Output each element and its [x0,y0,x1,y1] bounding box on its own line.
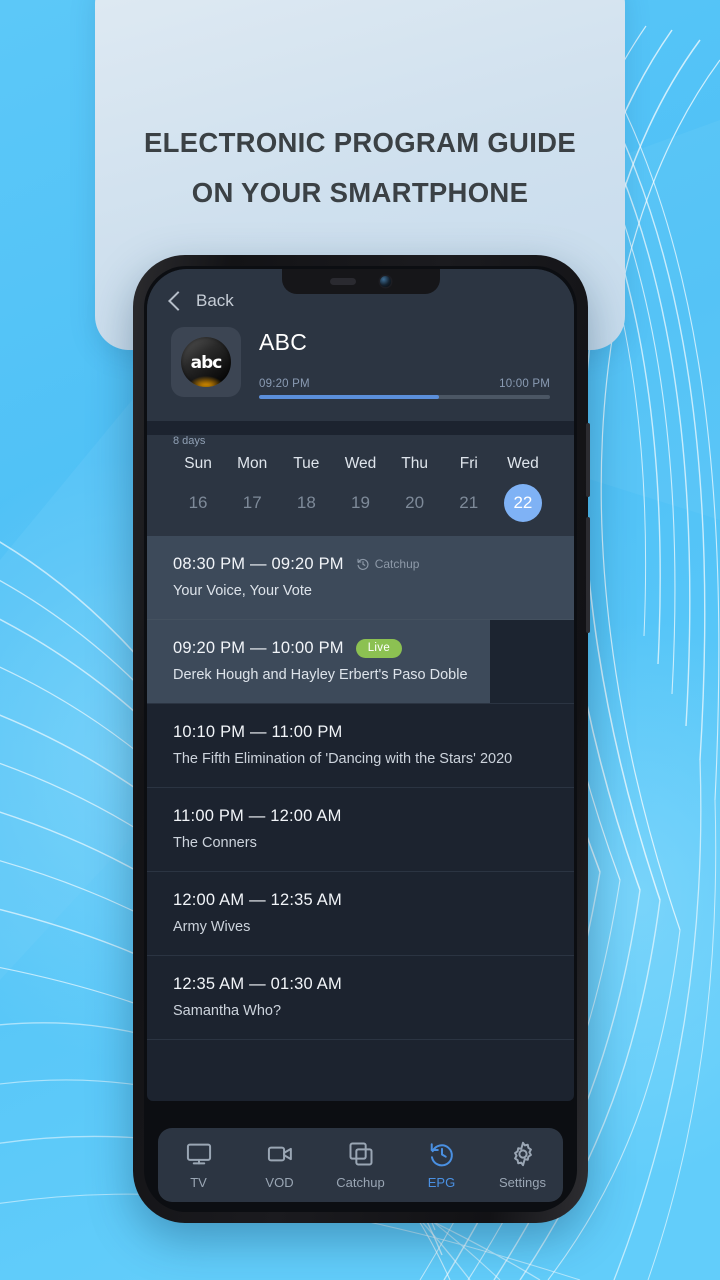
day-weekday: Fri [459,454,478,472]
program-title: Army Wives [173,918,251,935]
program-row[interactable]: 12:35 AM — 01:30 AM Samantha Who? [147,956,574,1040]
nav-item-vod[interactable]: VOD [239,1140,320,1190]
day-item[interactable]: Fri 21 [442,455,496,522]
day-item[interactable]: Thu 20 [388,455,442,522]
nav-item-epg[interactable]: EPG [401,1140,482,1190]
program-row[interactable]: 12:00 AM — 12:35 AM Army Wives [147,872,574,956]
day-number: 22 [503,483,542,522]
now-playing-progress-fill [259,395,440,399]
nav-item-settings[interactable]: Settings [482,1140,563,1190]
promo-line-1: ELECTRONIC PROGRAM GUIDE [144,127,576,158]
video-camera-icon [267,1146,292,1162]
nav-item-tv[interactable]: TV [158,1140,239,1190]
phone-side-button-power[interactable] [586,517,590,633]
days-range-label: 8 days [173,434,206,447]
program-title: Derek Hough and Hayley Erbert's Paso Dob… [173,666,468,683]
program-time: 11:00 PM — 12:00 AM [173,806,342,825]
program-header: 12:00 AM — 12:35 AM [173,891,548,910]
nav-item-label: Settings [499,1175,546,1190]
day-weekday: Wed [344,454,377,472]
day-item[interactable]: Mon 17 [225,455,279,522]
now-playing-progress-track[interactable] [259,395,550,399]
program-row[interactable]: 10:10 PM — 11:00 PM The Fifth Elimination… [147,704,574,788]
program-time: 12:35 AM — 01:30 AM [173,974,342,993]
day-item[interactable]: Wed 22 [496,455,550,522]
day-number: 18 [296,492,316,512]
bottom-navigation: TV VOD Catchup EPG Settings [158,1128,563,1202]
tv-icon [186,1143,211,1165]
phone-screen: Back abc ABC 09:20 PM 10:00 PM 8 days Su… [147,269,574,1101]
day-weekday: Sun [184,454,212,472]
program-list: 08:30 PM — 09:20 PM Catchup Your Voice, Yo… [147,535,574,1040]
history-clock-icon [430,1143,453,1167]
channel-name: ABC [259,329,308,355]
back-button-label: Back [196,291,234,310]
day-number: 19 [351,492,370,512]
promo-line-2: ON YOUR SMARTPHONE [191,177,529,208]
program-title: The Conners [173,834,257,851]
program-time: 09:20 PM — 10:00 PM [173,638,344,657]
chevron-left-icon [168,291,188,311]
program-time: 12:00 AM — 12:35 AM [173,890,342,909]
catchup-badge-label: Catchup [374,557,420,571]
promo-headline: ELECTRONIC PROGRAM GUIDE ON YOUR SMARTPH… [0,118,720,218]
day-item[interactable]: Sun 16 [171,455,225,522]
day-number: 16 [188,492,208,512]
phone-body: Back abc ABC 09:20 PM 10:00 PM 8 days Su… [144,266,577,1212]
phone-notch [281,269,440,294]
channel-logo[interactable]: abc [171,327,241,397]
live-badge: Live [355,638,403,658]
program-title: Your Voice, Your Vote [173,582,312,599]
now-playing-end: 10:00 PM [499,378,550,390]
day-item[interactable]: Tue 18 [279,455,333,522]
phone-side-button-volume[interactable] [586,423,590,497]
program-row[interactable]: 09:20 PM — 10:00 PM Live Derek Hough and H… [147,619,574,704]
phone-mockup: Back abc ABC 09:20 PM 10:00 PM 8 days Su… [133,255,590,1223]
program-header: 12:35 AM — 01:30 AM [173,975,548,994]
nav-item-label: TV [190,1175,207,1190]
day-number: 17 [242,492,262,512]
front-camera-icon [380,276,391,287]
program-title: The Fifth Elimination of 'Dancing with t… [173,750,513,767]
day-number: 21 [459,492,479,512]
program-header: 08:30 PM — 09:20 PM Catchup [173,555,548,574]
program-time: 08:30 PM — 09:20 PM [173,554,344,573]
nav-item-label: Catchup [336,1175,385,1190]
program-row[interactable]: 08:30 PM — 09:20 PM Catchup Your Voice, Yo… [147,535,574,620]
day-selector: 8 days Sun 16 Mon 17 Tue 18 Wed 19 Thu 20 Fri 21 Wed… [147,434,574,536]
nav-item-catchup[interactable]: Catchup [320,1140,401,1190]
catchup-badge[interactable]: Catchup [356,557,420,571]
channel-info: ABC 09:20 PM 10:00 PM [259,327,550,399]
program-header: 09:20 PM — 10:00 PM Live [173,638,548,658]
channel-summary: abc ABC 09:20 PM 10:00 PM [171,327,550,399]
history-clock-icon [357,558,369,570]
remaining-time-overlay [490,619,574,703]
day-weekday: Thu [401,454,428,472]
nav-item-label: EPG [427,1175,456,1190]
day-weekday: Tue [293,454,320,472]
copy-layers-icon [349,1142,372,1166]
day-weekday: Mon [237,454,268,472]
abc-logo-icon: abc [181,337,231,387]
program-row[interactable]: 11:00 PM — 12:00 AM The Conners [147,788,574,872]
day-number: 20 [405,492,425,512]
program-title: Samantha Who? [173,1002,282,1019]
day-list: Sun 16 Mon 17 Tue 18 Wed 19 Thu 20 Fri 21 Wed 22 [171,455,550,522]
now-playing-times: 09:20 PM 10:00 PM [259,378,550,390]
gear-icon [513,1141,532,1167]
program-header: 10:10 PM — 11:00 PM [173,723,548,742]
nav-item-label: VOD [265,1175,294,1190]
now-playing-start: 09:20 PM [259,378,310,390]
day-item[interactable]: Wed 19 [333,455,387,522]
channel-logo-text: abc [190,352,223,373]
day-weekday: Wed [507,454,539,472]
earpiece-speaker-icon [330,278,356,285]
program-header: 11:00 PM — 12:00 AM [173,807,548,826]
program-time: 10:10 PM — 11:00 PM [173,722,343,741]
